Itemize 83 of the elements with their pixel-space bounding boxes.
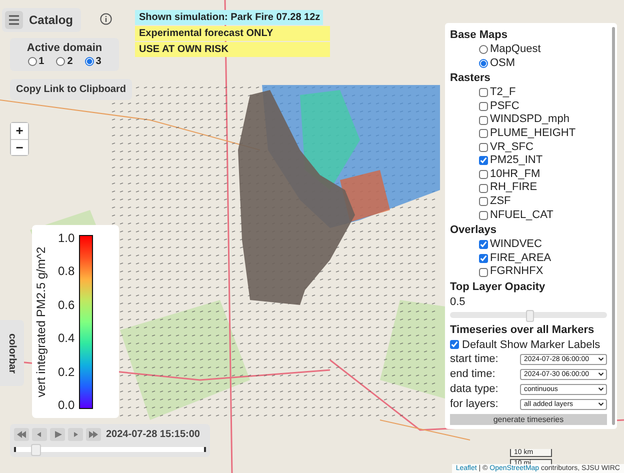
colorbar-label: vert integrated PM2.5 g/m^2 bbox=[34, 246, 48, 397]
colorbar-tick: 0.2 bbox=[58, 364, 75, 379]
section-heading: Base Maps bbox=[450, 28, 508, 43]
layer-radio[interactable] bbox=[479, 45, 488, 54]
layer-radio[interactable] bbox=[479, 58, 488, 68]
layer-label: WINDVEC bbox=[490, 238, 542, 252]
colorbar-tick: 0.8 bbox=[58, 264, 75, 278]
section-heading: Rasters bbox=[450, 71, 492, 86]
zoom-out-button[interactable]: − bbox=[11, 139, 28, 155]
catalog-button[interactable]: Catalog bbox=[2, 8, 82, 32]
field-label: for layers: bbox=[450, 398, 498, 410]
layer-label: NFUEL_CAT bbox=[490, 208, 554, 222]
layer-checkbox[interactable] bbox=[479, 156, 488, 166]
domain-label: 3 bbox=[96, 56, 102, 67]
layer-checkbox[interactable] bbox=[479, 210, 488, 220]
layer-checkbox[interactable] bbox=[479, 102, 488, 112]
layer-label: RH_FIRE bbox=[490, 181, 538, 195]
layer-label: OSM bbox=[490, 56, 516, 70]
generate-timeseries-button[interactable]: generate timeseries bbox=[450, 414, 607, 425]
layer-label: VR_SFC bbox=[490, 140, 534, 154]
caret-icon bbox=[598, 372, 604, 376]
warning-banner: Experimental forecast ONLY bbox=[135, 26, 330, 41]
warning-banner: USE AT OWN RISK bbox=[135, 42, 330, 57]
colorbar-tick: 0.0 bbox=[58, 398, 75, 412]
layer-label: FGRNHFX bbox=[490, 265, 544, 279]
play-button[interactable] bbox=[50, 428, 65, 441]
layer-checkbox[interactable] bbox=[479, 170, 488, 180]
checkbox-label: Default Show Marker Labels bbox=[462, 338, 600, 352]
menu-icon bbox=[5, 11, 23, 29]
layer-label: FIRE_AREA bbox=[490, 252, 552, 266]
step-forward-button[interactable] bbox=[68, 428, 83, 441]
step-back-icon bbox=[35, 431, 44, 438]
rewind-button[interactable] bbox=[14, 428, 29, 441]
copy-link-button[interactable]: Copy Link to Clipboard bbox=[10, 79, 132, 100]
layer-checkbox[interactable] bbox=[479, 88, 488, 98]
opacity-value: 0.5 bbox=[450, 294, 466, 309]
domain-radio[interactable] bbox=[28, 57, 37, 66]
section-heading: Overlays bbox=[450, 223, 498, 238]
rewind-icon bbox=[17, 431, 26, 438]
layer-label: PSFC bbox=[490, 100, 520, 114]
layer-checkbox[interactable] bbox=[479, 129, 488, 138]
caret-icon bbox=[598, 387, 604, 392]
playback-time: 2024-07-28 15:15:00 bbox=[106, 429, 200, 440]
domain-radio[interactable] bbox=[84, 57, 94, 66]
domain-radio[interactable] bbox=[56, 57, 66, 66]
colorbar-tick: 0.4 bbox=[58, 331, 75, 346]
colorbar-tick: 0.6 bbox=[58, 298, 75, 312]
domain-label: 1 bbox=[38, 56, 44, 67]
layer-checkbox[interactable] bbox=[479, 184, 488, 193]
layer-checkbox[interactable] bbox=[479, 268, 488, 277]
colorbar-tab[interactable]: colorbar bbox=[0, 320, 24, 386]
marker-labels-checkbox[interactable] bbox=[450, 340, 459, 350]
section-heading: Timeseries over all Markers bbox=[450, 322, 596, 338]
layer-label: T2_F bbox=[490, 86, 516, 100]
section-heading: Top Layer Opacity bbox=[450, 280, 546, 295]
fast-forward-icon bbox=[89, 431, 98, 438]
layer-label: PLUME_HEIGHT bbox=[490, 126, 576, 141]
field-label: start time: bbox=[450, 353, 498, 366]
step-back-button[interactable] bbox=[32, 428, 47, 441]
layer-label: 10HR_FM bbox=[490, 168, 540, 182]
step-forward-icon bbox=[71, 431, 80, 438]
field-label: end time: bbox=[450, 368, 496, 380]
active-domain-title: Active domain bbox=[26, 42, 102, 54]
layer-label: WINDSPD_mph bbox=[490, 113, 570, 127]
slider-thumb[interactable] bbox=[526, 310, 534, 322]
field-label: data type: bbox=[450, 383, 498, 396]
caret-icon bbox=[598, 357, 604, 362]
colorbar-tick: 1.0 bbox=[58, 230, 75, 244]
slider-thumb[interactable] bbox=[30, 444, 41, 456]
layer-label: PM25_INT bbox=[490, 154, 543, 168]
layer-checkbox[interactable] bbox=[479, 116, 488, 125]
fast-forward-button[interactable] bbox=[86, 428, 101, 441]
layer-label: MapQuest bbox=[490, 43, 541, 57]
layer-checkbox[interactable] bbox=[479, 197, 488, 206]
domain-label: 2 bbox=[67, 56, 73, 67]
layer-label: ZSF bbox=[490, 194, 511, 209]
play-icon bbox=[53, 431, 62, 438]
caret-icon bbox=[598, 402, 604, 406]
simulation-banner: Shown simulation: Park Fire 07.28 12z bbox=[135, 10, 323, 25]
layer-checkbox[interactable] bbox=[479, 240, 488, 250]
info-icon[interactable] bbox=[100, 13, 112, 25]
layer-checkbox[interactable] bbox=[479, 142, 488, 152]
layer-checkbox[interactable] bbox=[479, 254, 488, 264]
